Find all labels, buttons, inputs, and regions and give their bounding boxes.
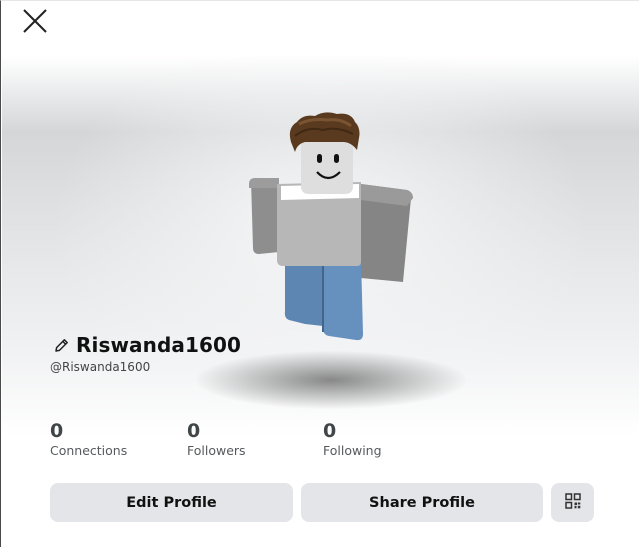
display-name: Riswanda1600 [76, 333, 242, 357]
close-icon[interactable] [21, 7, 49, 35]
qr-code-icon [564, 492, 581, 513]
display-name-row: Riswanda1600 [53, 333, 241, 357]
share-profile-button[interactable]: Share Profile [301, 483, 543, 522]
stat-value: 0 [187, 420, 201, 442]
avatar-shadow [196, 351, 466, 409]
stat-value: 0 [323, 420, 337, 442]
stat-label: Followers [187, 443, 246, 458]
stat-connections[interactable]: 0 Connections [50, 420, 127, 458]
avatar-3d-model[interactable] [231, 106, 431, 351]
username: @Riswanda1600 [50, 360, 151, 374]
profile-panel: Riswanda1600 @Riswanda1600 0 Connections… [0, 0, 639, 547]
qr-code-button[interactable] [551, 483, 594, 522]
stat-label: Connections [50, 443, 128, 458]
edit-profile-button[interactable]: Edit Profile [50, 483, 293, 522]
stat-followers[interactable]: 0 Followers [187, 420, 246, 458]
pencil-icon[interactable] [53, 337, 70, 354]
stat-label: Following [323, 443, 382, 458]
stat-following[interactable]: 0 Following [323, 420, 382, 458]
stat-value: 0 [50, 420, 64, 442]
